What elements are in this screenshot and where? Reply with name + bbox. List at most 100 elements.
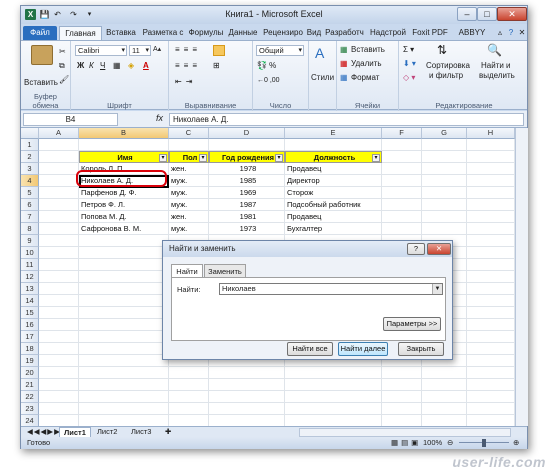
table-cell[interactable]: 1985	[209, 175, 285, 187]
filter-dropdown-icon[interactable]: ▾	[372, 154, 380, 162]
find-all-button[interactable]: Найти все	[287, 342, 333, 356]
clear-icon[interactable]: ◇ ▾	[403, 73, 415, 82]
zoom-out-icon[interactable]: ⊖	[447, 437, 453, 449]
merge-icon[interactable]: ⊞	[213, 61, 220, 70]
delete-cells-label[interactable]: Удалить	[351, 59, 382, 68]
column-header[interactable]: E	[285, 128, 382, 139]
tab-data[interactable]: Данные	[225, 26, 261, 40]
row-header[interactable]: 16	[21, 319, 39, 331]
row-header[interactable]: 24	[21, 415, 39, 426]
format-painter-icon[interactable]: 🖌	[59, 75, 69, 84]
tab-foxit[interactable]: Foxit PDF	[410, 26, 450, 40]
dialog-help-button[interactable]: ?	[407, 243, 425, 255]
format-cells-label[interactable]: Формат	[351, 73, 379, 82]
table-cell[interactable]: Продавец	[285, 163, 382, 175]
fill-icon[interactable]: ⬇ ▾	[403, 59, 416, 68]
valign-icons[interactable]: ≡≡≡	[175, 45, 201, 54]
row-header[interactable]: 11	[21, 259, 39, 271]
row-header[interactable]: 18	[21, 343, 39, 355]
bold-button[interactable]: Ж	[77, 61, 84, 70]
tab-page-layout[interactable]: Разметка с	[139, 26, 187, 40]
column-header[interactable]: H	[467, 128, 515, 139]
table-cell[interactable]: Петров Ф. Л.	[79, 199, 169, 211]
table-cell[interactable]: Сторож	[285, 187, 382, 199]
table-cell[interactable]: 1969	[209, 187, 285, 199]
find-select-icon[interactable]: 🔍	[487, 43, 502, 57]
table-cell[interactable]: Продавец	[285, 211, 382, 223]
row-header[interactable]: 1	[21, 139, 39, 151]
insert-cells-icon[interactable]: ▦	[340, 45, 348, 54]
column-header[interactable]: F	[382, 128, 422, 139]
filter-dropdown-icon[interactable]: ▾	[199, 154, 207, 162]
table-cell[interactable]: жен.	[169, 211, 209, 223]
row-header[interactable]: 14	[21, 295, 39, 307]
row-header[interactable]: 2	[21, 151, 39, 163]
autosum-icon[interactable]: Σ ▾	[403, 45, 414, 54]
font-color-icon[interactable]: A	[143, 61, 149, 70]
sort-filter-label2[interactable]: и фильтр	[429, 71, 463, 80]
zoom-in-icon[interactable]: ⊕	[513, 437, 519, 449]
tab-review[interactable]: Рецензиро	[261, 26, 305, 40]
maximize-button[interactable]: □	[477, 7, 497, 21]
table-header-cell[interactable]: Имя ▾	[79, 151, 169, 163]
table-cell[interactable]: муж.	[169, 187, 209, 199]
currency-icon[interactable]: 💱 %	[257, 61, 276, 70]
find-next-button[interactable]: Найти далее	[338, 342, 388, 356]
horizontal-scrollbar[interactable]	[299, 428, 511, 437]
find-select-label1[interactable]: Найти и	[481, 61, 511, 70]
format-cells-icon[interactable]: ▦	[340, 73, 348, 82]
close-dialog-button[interactable]: Закрыть	[398, 342, 444, 356]
decimal-icons[interactable]: ←0 ,00	[257, 77, 280, 84]
styles-icon[interactable]: A	[315, 45, 324, 61]
tab-home[interactable]: Главная	[59, 26, 102, 40]
wrap-text-icon[interactable]	[213, 45, 225, 56]
table-cell[interactable]: Подсобный работник	[285, 199, 382, 211]
row-header[interactable]: 21	[21, 379, 39, 391]
filter-dropdown-icon[interactable]: ▾	[275, 154, 283, 162]
row-header[interactable]: 20	[21, 367, 39, 379]
indent-icons[interactable]: ⇤⇥	[175, 77, 196, 86]
sort-filter-icon[interactable]: ⇅	[437, 43, 447, 57]
row-header[interactable]: 19	[21, 355, 39, 367]
vertical-scrollbar[interactable]	[515, 128, 528, 426]
table-header-cell[interactable]: Должность ▾	[285, 151, 382, 163]
filter-dropdown-icon[interactable]: ▾	[159, 154, 167, 162]
minimize-button[interactable]: –	[457, 7, 477, 21]
number-format-select[interactable]: Общий	[256, 45, 304, 56]
font-size-select[interactable]: 11	[129, 45, 151, 56]
row-header[interactable]: 10	[21, 247, 39, 259]
table-cell[interactable]: Парфенов Д. Ф.	[79, 187, 169, 199]
column-header[interactable]: G	[422, 128, 467, 139]
row-header[interactable]: 6	[21, 199, 39, 211]
table-cell[interactable]: Бухгалтер	[285, 223, 382, 235]
styles-label[interactable]: Стили	[311, 73, 334, 82]
table-cell[interactable]: Директор	[285, 175, 382, 187]
tab-insert[interactable]: Вставка	[103, 26, 139, 40]
fill-color-icon[interactable]: ◈	[128, 61, 134, 70]
sort-filter-label1[interactable]: Сортировка	[426, 61, 470, 70]
table-cell[interactable]: муж.	[169, 175, 209, 187]
row-header[interactable]: 8	[21, 223, 39, 235]
row-header[interactable]: 13	[21, 283, 39, 295]
close-window-button[interactable]: ✕	[497, 7, 527, 21]
delete-cells-icon[interactable]: ▦	[340, 59, 348, 68]
row-header[interactable]: 3	[21, 163, 39, 175]
name-box[interactable]: B4	[23, 113, 118, 126]
tab-replace[interactable]: Заменить	[204, 264, 246, 278]
tab-formulas[interactable]: Формулы	[187, 26, 225, 40]
table-cell[interactable]: жен.	[169, 163, 209, 175]
paste-label[interactable]: Вставить	[24, 78, 58, 87]
select-all-corner[interactable]	[21, 128, 39, 139]
table-cell[interactable]: муж.	[169, 199, 209, 211]
halign-icons[interactable]: ≡≡≡	[175, 61, 201, 70]
ribbon-collapse-icon[interactable]: ▵	[495, 26, 505, 40]
tab-developer[interactable]: Разработч	[323, 26, 366, 40]
underline-button[interactable]: Ч	[100, 61, 105, 70]
row-header[interactable]: 23	[21, 403, 39, 415]
workbook-close-icon[interactable]: ✕	[517, 26, 527, 40]
tab-file[interactable]: Файл	[23, 26, 57, 40]
table-header-cell[interactable]: Год рождения ▾	[209, 151, 285, 163]
column-header[interactable]: C	[169, 128, 209, 139]
borders-icon[interactable]: ▦	[113, 61, 121, 70]
copy-icon[interactable]: ⧉	[59, 61, 65, 71]
